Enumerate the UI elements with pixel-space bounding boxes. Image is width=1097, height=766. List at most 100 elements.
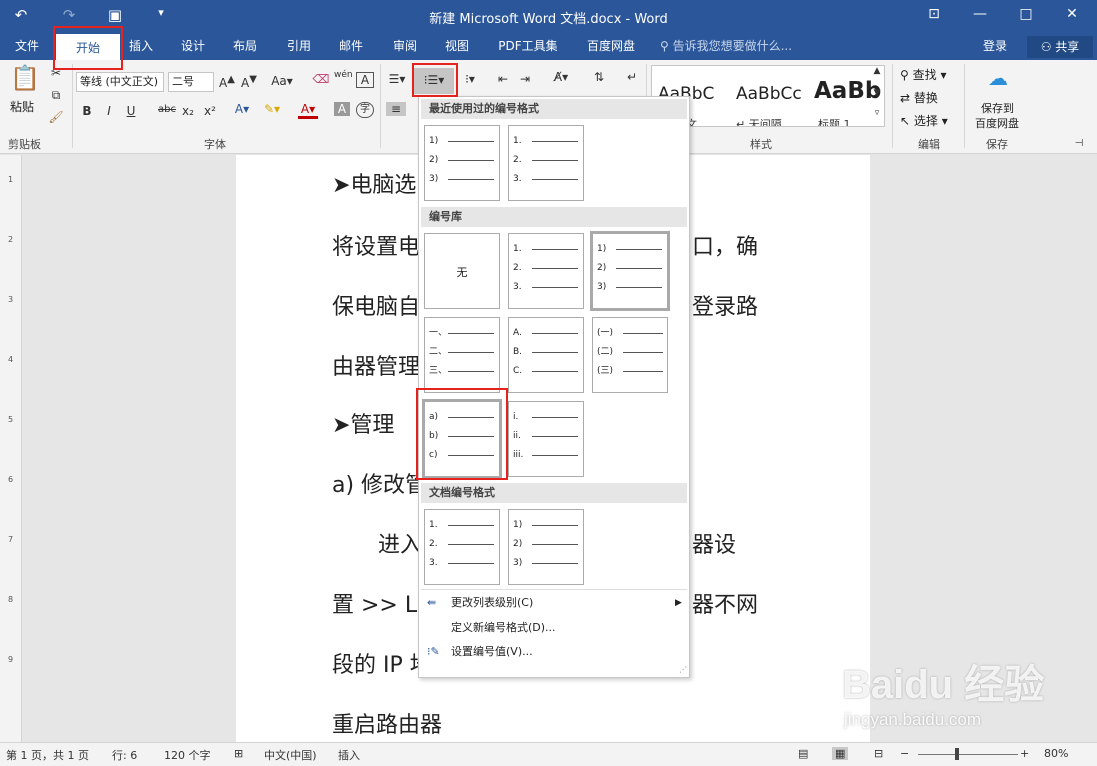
decrease-indent-icon[interactable]: ⇤ xyxy=(494,72,512,86)
proofing-icon[interactable]: ⊞ xyxy=(234,747,243,760)
document-formats-heading: 文档编号格式 xyxy=(421,483,687,503)
bullets-icon[interactable]: ☰▾ xyxy=(386,72,408,86)
watermark-url: jingyan.baidu.com xyxy=(844,710,982,729)
style-no-spacing[interactable]: AaBbCc ↵ 无间隔 xyxy=(730,74,806,126)
ribbon-display-icon[interactable]: ⊡ xyxy=(924,6,944,22)
strikethrough-icon[interactable]: abc xyxy=(156,104,178,115)
document-format-paren[interactable]: 1) 2) 3) xyxy=(508,509,584,585)
line-count[interactable]: 行: 6 xyxy=(112,747,137,763)
library-format-chinese-paren[interactable]: (一) (二) (三) xyxy=(592,317,668,393)
text-effects-icon[interactable]: A▾ xyxy=(232,102,252,116)
library-format-chinese[interactable]: 一、 二、 三、 xyxy=(424,317,500,393)
maximize-icon[interactable]: □ xyxy=(1016,6,1036,22)
group-separator xyxy=(380,64,381,148)
change-case-icon[interactable]: Aa▾ xyxy=(268,74,296,88)
char-count[interactable]: 120 个字 xyxy=(164,747,211,763)
zoom-slider-handle[interactable] xyxy=(955,748,959,760)
library-format-none[interactable]: 无 xyxy=(424,233,500,309)
language[interactable]: 中文(中国) xyxy=(264,747,317,763)
tab-view[interactable]: 视图 xyxy=(436,34,478,60)
tab-pdf-tools[interactable]: PDF工具集 xyxy=(492,34,564,60)
read-mode-icon[interactable]: ▤ xyxy=(798,747,808,760)
tab-design[interactable]: 设计 xyxy=(172,34,214,60)
bold-icon[interactable]: B xyxy=(80,104,94,118)
font-size-combo[interactable]: 二号 xyxy=(168,72,214,92)
save-group-label: 保存 xyxy=(986,138,1008,151)
tab-review[interactable]: 审阅 xyxy=(384,34,426,60)
grow-font-icon[interactable]: A▲ xyxy=(218,74,236,90)
style-heading-1[interactable]: AaBb 标题 1 xyxy=(808,74,884,126)
subscript-icon[interactable]: x₂ xyxy=(180,104,196,118)
zoom-in-icon[interactable]: + xyxy=(1020,747,1029,760)
font-color-icon[interactable]: A▾ xyxy=(298,102,318,119)
save-to-line1[interactable]: 保存到 xyxy=(981,100,1014,116)
resize-grip-icon[interactable]: ⋰ xyxy=(679,665,687,674)
underline-icon[interactable]: U xyxy=(124,104,138,118)
close-icon[interactable]: ✕ xyxy=(1062,6,1082,22)
styles-scroll-up-icon[interactable]: ▲ xyxy=(870,66,884,76)
set-numbering-value-item[interactable]: ⁝✎ 设置编号值(V)... xyxy=(419,640,689,664)
tab-references[interactable]: 引用 xyxy=(278,34,320,60)
italic-icon[interactable]: I xyxy=(102,104,116,118)
num-marker: 1) xyxy=(597,244,607,254)
change-list-level-item[interactable]: ⇚ 更改列表级别(C) ▶ xyxy=(419,591,689,615)
zoom-slider[interactable] xyxy=(918,754,1018,755)
clear-format-icon[interactable]: ⌫ xyxy=(312,72,330,86)
multilevel-list-icon[interactable]: ⁝▾ xyxy=(458,72,482,86)
show-marks-icon[interactable]: ↵ xyxy=(624,70,640,84)
library-format-roman[interactable]: i. ii. iii. xyxy=(508,401,584,477)
phonetic-guide-icon[interactable]: wén xyxy=(334,70,353,80)
superscript-icon[interactable]: x² xyxy=(202,104,218,118)
pin-ribbon-icon[interactable]: ⊣ xyxy=(1072,138,1086,149)
recent-format-paren[interactable]: 1) 2) 3) xyxy=(424,125,500,201)
highlight-icon[interactable]: ✎▾ xyxy=(262,102,282,116)
replace-button[interactable]: ⇄ 替换 xyxy=(900,89,938,106)
insert-mode[interactable]: 插入 xyxy=(338,747,360,763)
library-format-paren[interactable]: 1) 2) 3) xyxy=(590,231,670,311)
enclose-char-icon[interactable]: 字 xyxy=(356,102,374,118)
minimize-icon[interactable]: — xyxy=(970,6,990,22)
format-painter-icon[interactable]: 🖌 xyxy=(48,110,64,124)
char-border-icon[interactable]: A xyxy=(356,72,374,88)
font-name-combo[interactable]: 等线 (中文正文) xyxy=(76,72,164,92)
library-format-dot[interactable]: 1. 2. 3. xyxy=(508,233,584,309)
find-button[interactable]: ⚲ 查找 ▾ xyxy=(900,66,946,83)
tab-layout[interactable]: 布局 xyxy=(224,34,266,60)
increase-indent-icon[interactable]: ⇥ xyxy=(516,72,534,86)
print-layout-icon[interactable]: ▦ xyxy=(832,747,849,760)
page-count[interactable]: 第 1 页，共 1 页 xyxy=(6,747,89,763)
recent-format-dot[interactable]: 1. 2. 3. xyxy=(508,125,584,201)
styles-scroll-down-icon[interactable]: ▼ xyxy=(870,88,884,98)
align-left-icon[interactable]: ≡ xyxy=(386,102,406,116)
cursor-icon: ↖ xyxy=(900,114,914,128)
zoom-out-icon[interactable]: − xyxy=(900,747,909,760)
ruler-tick: 4 xyxy=(8,355,14,364)
tell-me-box[interactable]: ⚲ 告诉我您想要做什么... xyxy=(660,34,810,60)
paste-icon[interactable]: 📋 xyxy=(10,64,40,92)
tab-file[interactable]: 文件 xyxy=(4,34,50,60)
doc-line: 将设置电 xyxy=(332,235,421,260)
tab-mailings[interactable]: 邮件 xyxy=(330,34,372,60)
tab-insert[interactable]: 插入 xyxy=(120,34,162,60)
copy-icon[interactable]: ⧉ xyxy=(48,88,64,103)
num-marker: 3) xyxy=(429,174,439,184)
chinese-layout-icon[interactable]: A̸▾ xyxy=(548,70,574,84)
login-link[interactable]: 登录 xyxy=(983,34,1007,60)
ruler-tick: 9 xyxy=(8,655,14,664)
num-marker: A. xyxy=(513,328,522,338)
shrink-font-icon[interactable]: A▼ xyxy=(240,74,258,90)
paste-button[interactable]: 粘贴 xyxy=(10,98,34,115)
document-format-dot[interactable]: 1. 2. 3. xyxy=(424,509,500,585)
library-format-upper-alpha[interactable]: A. B. C. xyxy=(508,317,584,393)
sort-icon[interactable]: ⇅ xyxy=(590,70,608,84)
baidu-cloud-icon[interactable]: ☁ xyxy=(984,66,1012,90)
zoom-level[interactable]: 80% xyxy=(1044,747,1068,760)
share-button[interactable]: ⚇ 共享 xyxy=(1027,36,1093,58)
save-to-line2[interactable]: 百度网盘 xyxy=(975,115,1019,131)
select-button[interactable]: ↖ 选择 ▾ xyxy=(900,112,948,129)
tab-baidu-pan[interactable]: 百度网盘 xyxy=(578,34,644,60)
define-new-format-item[interactable]: 定义新编号格式(D)... xyxy=(419,616,689,640)
web-layout-icon[interactable]: ⊟ xyxy=(874,747,883,760)
styles-more-icon[interactable]: ▿ xyxy=(870,108,884,118)
char-shading-icon[interactable]: A xyxy=(334,102,350,116)
